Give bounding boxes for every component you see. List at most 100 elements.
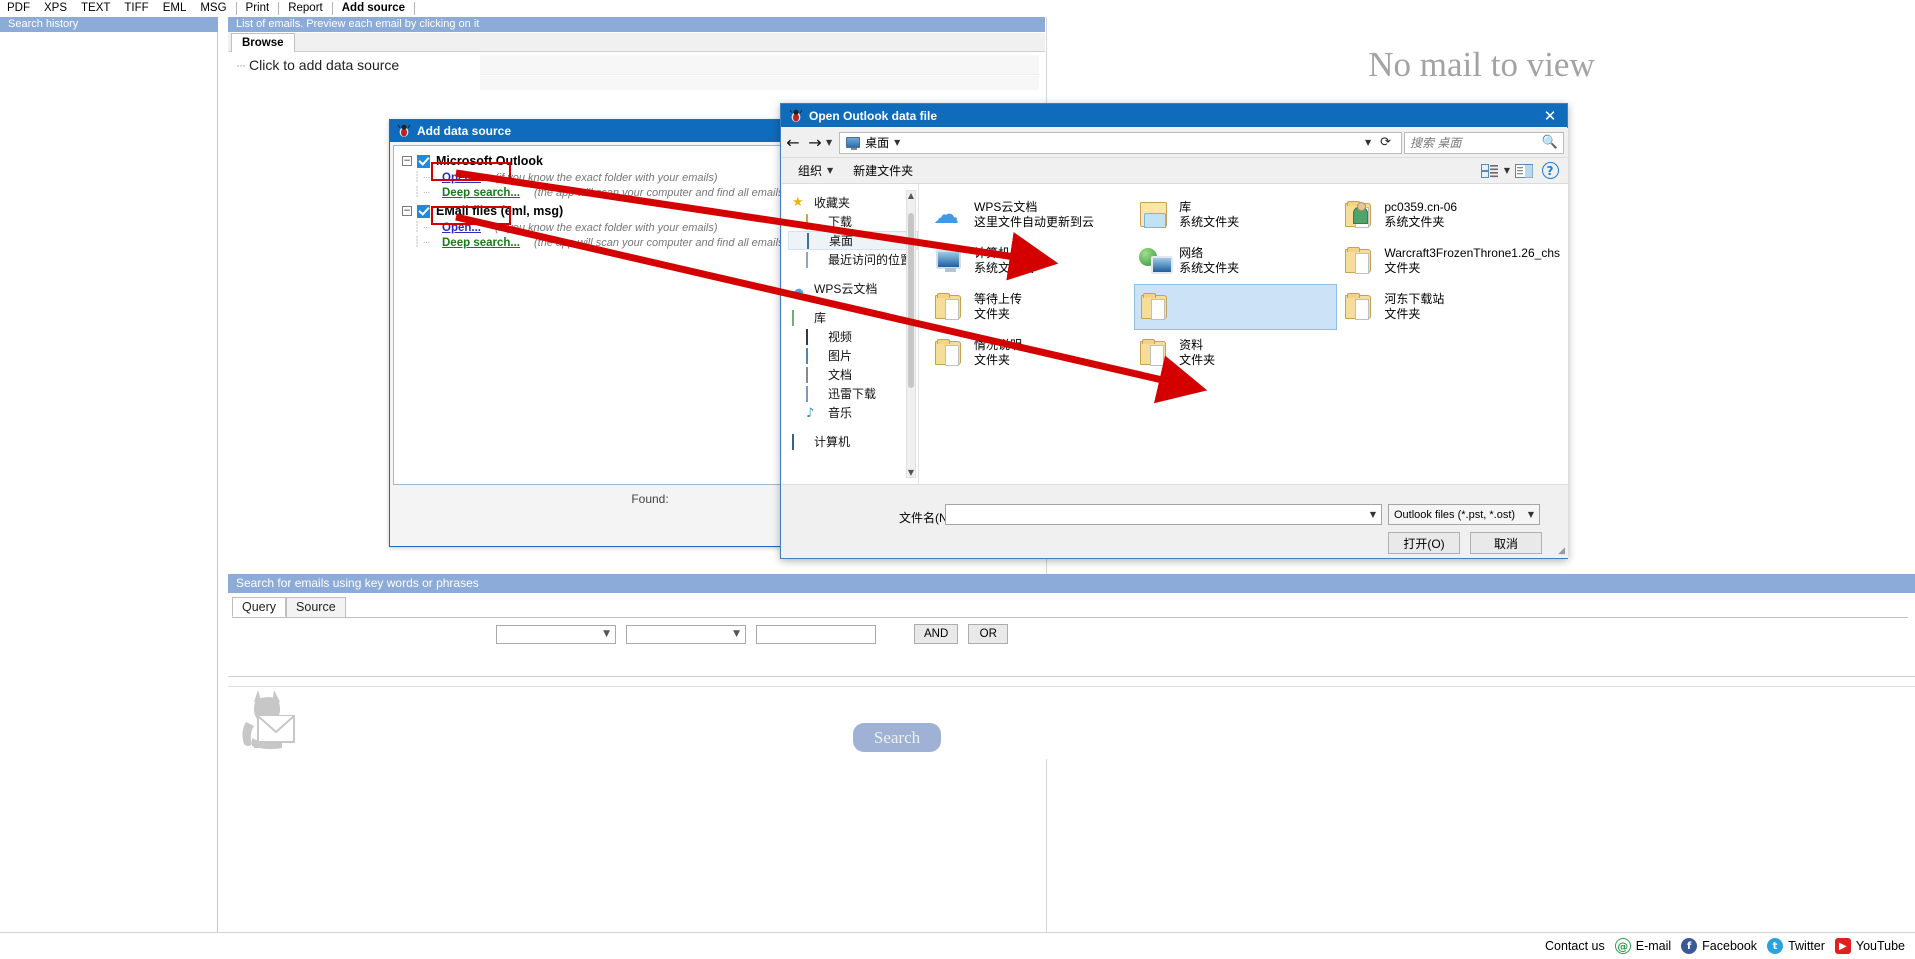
file-item-hedong[interactable]: 河东下载站 文件夹: [1339, 284, 1564, 330]
menu-item-msg[interactable]: MSG: [193, 0, 233, 16]
sidebar-item-thunder-download[interactable]: 迅雷下载: [788, 384, 918, 403]
filename-input[interactable]: ▼: [945, 504, 1382, 525]
file-item-selected[interactable]: [1134, 284, 1338, 330]
resize-grip-icon[interactable]: ◢: [1558, 546, 1565, 556]
desktop-icon: [846, 137, 861, 150]
search-button[interactable]: Search: [853, 723, 941, 752]
query-operator-select[interactable]: ▼: [626, 624, 746, 644]
filetype-select[interactable]: Outlook files (*.pst, *.ost) ▼: [1388, 504, 1540, 525]
sidebar-item-pictures[interactable]: 图片: [788, 346, 918, 365]
emailfiles-deep-search-link[interactable]: Deep search...: [436, 237, 526, 249]
collapse-icon[interactable]: −: [402, 206, 412, 216]
back-icon[interactable]: ←: [782, 132, 804, 154]
menu-item-pdf[interactable]: PDF: [0, 0, 37, 16]
add-data-source-row[interactable]: ··· Click to add data source: [228, 55, 1045, 75]
preview-pane-icon[interactable]: [1512, 161, 1536, 181]
cancel-button[interactable]: 取消: [1470, 532, 1542, 554]
query-field-select[interactable]: ▼: [496, 624, 616, 644]
organize-button[interactable]: 组织 ▼: [790, 160, 841, 181]
file-item-pc0359[interactable]: pc0359.cn-06 系统文件夹: [1339, 192, 1564, 238]
sidebar-item-documents[interactable]: 文档: [788, 365, 918, 384]
sidebar-item-computer[interactable]: 计算机: [788, 432, 918, 451]
file-name: 等待上传: [974, 292, 1023, 306]
twitter-link[interactable]: t Twitter: [1767, 938, 1825, 954]
checkbox-outlook[interactable]: [417, 154, 430, 168]
facebook-link[interactable]: f Facebook: [1681, 938, 1757, 954]
search-input[interactable]: 搜索 桌面 🔍: [1404, 131, 1564, 154]
sidebar-item-favorites[interactable]: ★ 收藏夹: [788, 193, 918, 212]
chevron-down-icon[interactable]: ▼: [894, 138, 900, 147]
menu-separator: [331, 1, 333, 15]
menu-item-report[interactable]: Report: [281, 0, 330, 16]
sidebar-item-recent-places[interactable]: 最近访问的位置: [788, 250, 918, 269]
emailfiles-open-link[interactable]: Open...: [436, 222, 487, 234]
sidebar-item-downloads[interactable]: 下载: [788, 212, 918, 231]
collapse-icon[interactable]: −: [402, 156, 412, 166]
menu-item-tiff[interactable]: TIFF: [117, 0, 155, 16]
query-text-input[interactable]: [756, 624, 876, 644]
forward-icon[interactable]: →: [804, 132, 826, 154]
sidebar-item-desktop[interactable]: 桌面: [788, 231, 918, 250]
close-icon[interactable]: ✕: [1539, 107, 1561, 125]
file-item-pending-upload[interactable]: 等待上传 文件夹: [929, 284, 1132, 330]
email-link[interactable]: @ E-mail: [1614, 938, 1671, 954]
breadcrumb-dropdown-icon[interactable]: ▼: [1365, 138, 1371, 147]
folder-icon: [1343, 245, 1375, 277]
sidebar-item-music[interactable]: ♪ 音乐: [788, 403, 918, 422]
sidebar-item-label: 音乐: [828, 406, 853, 420]
history-chevron-down-icon[interactable]: ▼: [826, 138, 832, 147]
file-item-library[interactable]: 库 系统文件夹: [1134, 192, 1337, 238]
file-item-wps-cloud[interactable]: ☁ WPS云文档 这里文件自动更新到云: [929, 192, 1132, 238]
file-item-warcraft3[interactable]: Warcraft3FrozenThrone1.26_chs 文件夹: [1339, 238, 1564, 284]
tab-query[interactable]: Query: [232, 597, 287, 617]
outlook-deep-search-hint: (the app will scan your computer and fin…: [533, 186, 788, 199]
menu-item-text[interactable]: TEXT: [74, 0, 117, 16]
menu-item-eml[interactable]: EML: [156, 0, 194, 16]
breadcrumb[interactable]: 桌面 ▼ ▼ ⟳: [839, 131, 1402, 154]
file-item-materials[interactable]: 资料 文件夹: [1134, 330, 1337, 376]
cloud-icon: ☁: [792, 281, 804, 296]
file-item-situation-note[interactable]: 情况说明 文件夹: [929, 330, 1132, 376]
scroll-down-icon[interactable]: ▼: [907, 468, 915, 477]
outlook-deep-search-link[interactable]: Deep search...: [436, 187, 526, 199]
scrollbar-thumb[interactable]: [908, 213, 914, 388]
chevron-down-icon[interactable]: ▼: [1370, 510, 1376, 519]
and-button[interactable]: AND: [914, 624, 959, 644]
tree-line-icon: ┊ ···: [414, 172, 431, 183]
file-item-computer[interactable]: 计算机 系统文件夹: [929, 238, 1132, 284]
add-data-source-label: Click to add data source: [249, 57, 400, 73]
browse-tabstrip: Browse: [228, 33, 1045, 52]
query-panel-header: Search for emails using key words or phr…: [228, 574, 1915, 593]
search-history-panel[interactable]: [0, 32, 218, 959]
file-item-network[interactable]: 网络 系统文件夹: [1134, 238, 1337, 284]
sidebar-item-videos[interactable]: 视频: [788, 327, 918, 346]
menu-item-add-source[interactable]: Add source: [335, 0, 412, 16]
outlook-open-link[interactable]: Open...: [436, 172, 487, 184]
change-view-icon[interactable]: [1478, 161, 1502, 181]
menu-item-xps[interactable]: XPS: [37, 0, 74, 16]
folder-icon: [1138, 337, 1170, 369]
youtube-link[interactable]: ▶ YouTube: [1834, 938, 1905, 954]
search-history-header: Search history: [0, 17, 218, 32]
tab-source[interactable]: Source: [286, 597, 346, 617]
scroll-up-icon[interactable]: ▲: [907, 191, 915, 200]
help-icon[interactable]: ?: [1538, 161, 1562, 181]
file-list[interactable]: ☁ WPS云文档 这里文件自动更新到云 库 系统文件夹 pc0359.cn-06…: [919, 184, 1568, 484]
menu-item-print[interactable]: Print: [239, 0, 277, 16]
tab-browse[interactable]: Browse: [231, 33, 295, 52]
sidebar-scrollbar[interactable]: ▲ ▼: [906, 190, 916, 478]
refresh-icon[interactable]: ⟳: [1376, 135, 1395, 150]
view-chevron-down-icon[interactable]: ▼: [1504, 166, 1510, 175]
or-button[interactable]: OR: [968, 624, 1009, 644]
new-folder-button[interactable]: 新建文件夹: [845, 160, 921, 181]
sidebar-item-label: 迅雷下载: [828, 387, 877, 401]
open-outlook-data-file-dialog: Open Outlook data file ✕ ← → ▼ 桌面 ▼ ▼ ⟳ …: [780, 103, 1568, 559]
open-dialog-sidebar[interactable]: ★ 收藏夹 下载 桌面 最近访问的位置 ☁ WPS云文档 库 视频 图片 文档 …: [782, 184, 919, 484]
sidebar-item-libraries[interactable]: 库: [788, 308, 918, 327]
sidebar-item-wps-cloud[interactable]: ☁ WPS云文档: [788, 279, 918, 298]
query-tabs: Query Source: [232, 597, 346, 617]
checkbox-emailfiles[interactable]: [417, 204, 430, 218]
open-button[interactable]: 打开(O): [1388, 532, 1460, 554]
mail-dog-logo: [242, 690, 295, 750]
sidebar-item-label: 收藏夹: [814, 196, 851, 210]
